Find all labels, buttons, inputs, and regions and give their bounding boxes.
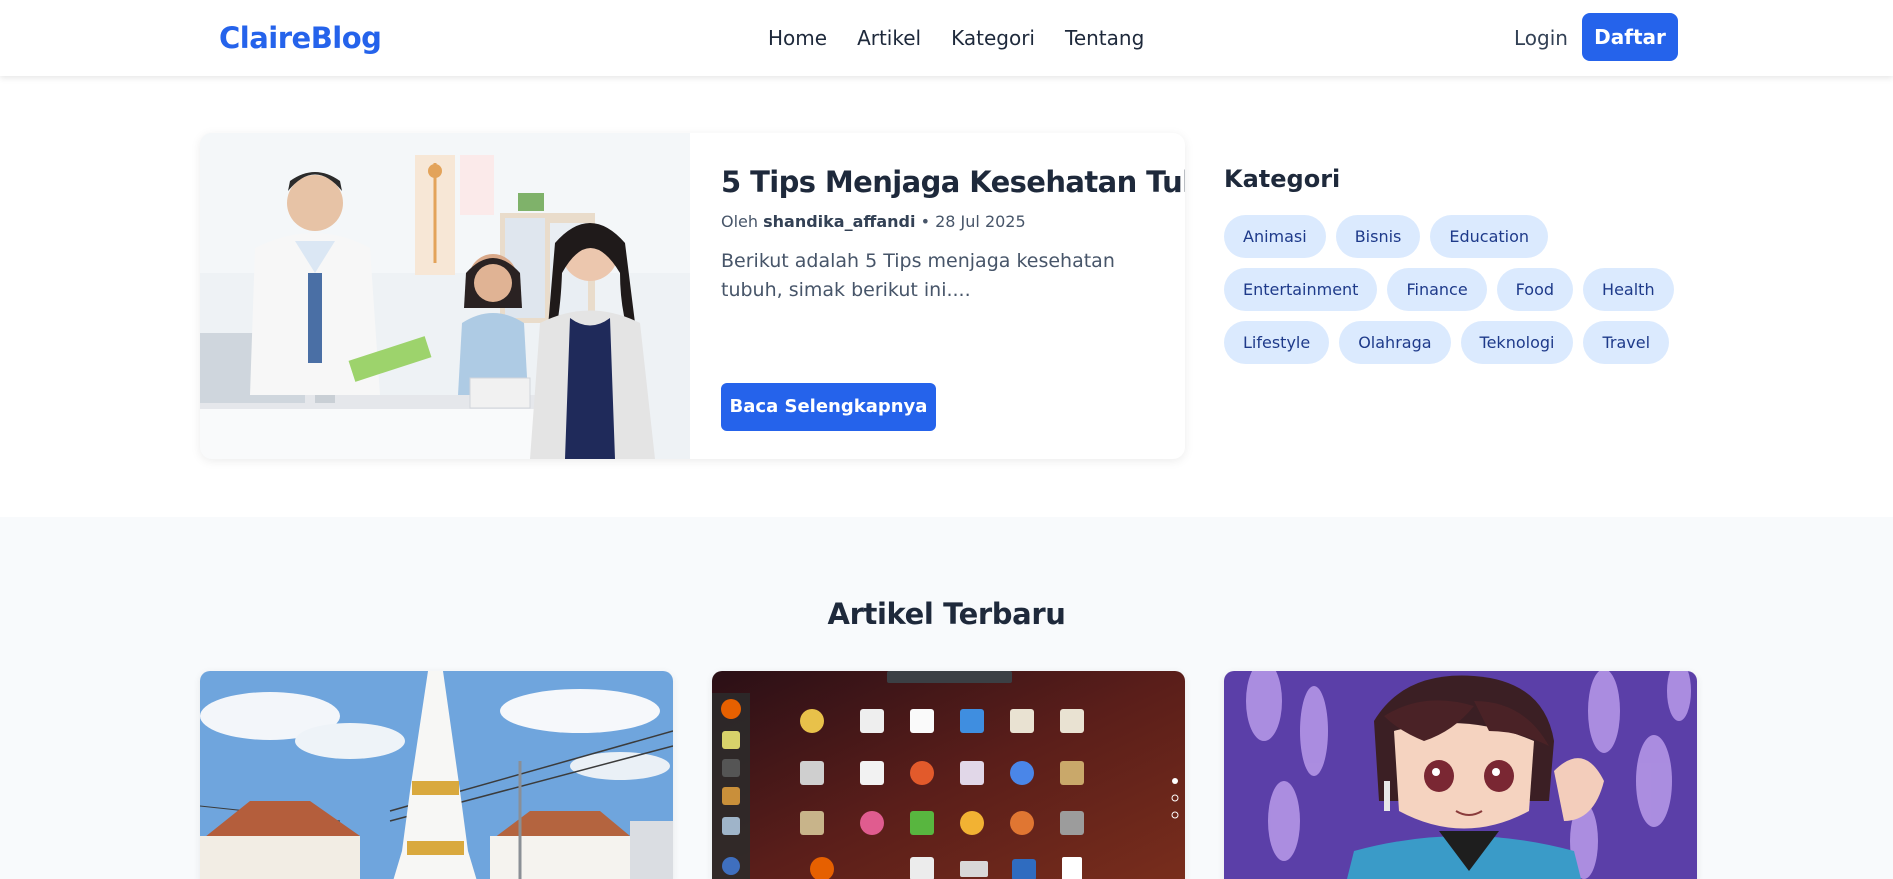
latest-articles-section: Artikel Terbaru xyxy=(0,517,1893,879)
featured-article-title[interactable]: 5 Tips Menjaga Kesehatan Tubuh xyxy=(721,163,1185,201)
read-more-button[interactable]: Baca Selengkapnya xyxy=(721,383,936,431)
category-tag-lifestyle[interactable]: Lifestyle xyxy=(1224,321,1330,364)
category-tag-education[interactable]: Education xyxy=(1430,215,1549,258)
article-card-image xyxy=(712,671,1185,879)
latest-articles-title: Artikel Terbaru xyxy=(827,597,1066,631)
categories-list: Animasi Bisnis Education Entertainment F… xyxy=(1224,215,1704,364)
meta-separator: • xyxy=(920,212,931,231)
site-logo[interactable]: ClaireBlog xyxy=(219,20,382,56)
login-link[interactable]: Login xyxy=(1514,24,1568,52)
main-nav: Home Artikel Kategori Tentang xyxy=(768,24,1144,52)
featured-article-date: 28 Jul 2025 xyxy=(935,212,1026,231)
featured-article-author: shandika_affandi xyxy=(763,212,916,231)
article-card[interactable] xyxy=(200,671,673,879)
category-tag-animasi[interactable]: Animasi xyxy=(1224,215,1326,258)
category-tag-travel[interactable]: Travel xyxy=(1583,321,1670,364)
featured-article-card: 5 Tips Menjaga Kesehatan Tubuh Oleh shan… xyxy=(200,133,1185,459)
category-tag-entertainment[interactable]: Entertainment xyxy=(1224,268,1378,311)
nav-artikel-link[interactable]: Artikel xyxy=(857,24,921,52)
category-tag-health[interactable]: Health xyxy=(1583,268,1674,311)
article-card[interactable] xyxy=(712,671,1185,879)
featured-article-content: 5 Tips Menjaga Kesehatan Tubuh Oleh shan… xyxy=(721,163,1185,305)
nav-home-link[interactable]: Home xyxy=(768,24,827,52)
navbar: ClaireBlog Home Artikel Kategori Tentang… xyxy=(0,0,1893,76)
category-tag-food[interactable]: Food xyxy=(1496,268,1574,311)
category-tag-olahraga[interactable]: Olahraga xyxy=(1339,321,1451,364)
category-tag-teknologi[interactable]: Teknologi xyxy=(1460,321,1574,364)
featured-article-meta: Oleh shandika_affandi • 28 Jul 2025 xyxy=(721,211,1161,233)
article-card[interactable] xyxy=(1224,671,1697,879)
category-tag-bisnis[interactable]: Bisnis xyxy=(1335,215,1421,258)
categories-title: Kategori xyxy=(1224,165,1341,193)
nav-kategori-link[interactable]: Kategori xyxy=(951,24,1035,52)
register-button[interactable]: Daftar xyxy=(1582,13,1678,61)
meta-prefix: Oleh xyxy=(721,212,759,231)
article-card-image xyxy=(200,671,673,879)
featured-article-image[interactable] xyxy=(200,133,690,459)
featured-article-excerpt: Berikut adalah 5 Tips menjaga kesehatan … xyxy=(721,250,1115,301)
category-tag-finance[interactable]: Finance xyxy=(1387,268,1487,311)
nav-tentang-link[interactable]: Tentang xyxy=(1065,24,1144,52)
article-card-image xyxy=(1224,671,1697,879)
